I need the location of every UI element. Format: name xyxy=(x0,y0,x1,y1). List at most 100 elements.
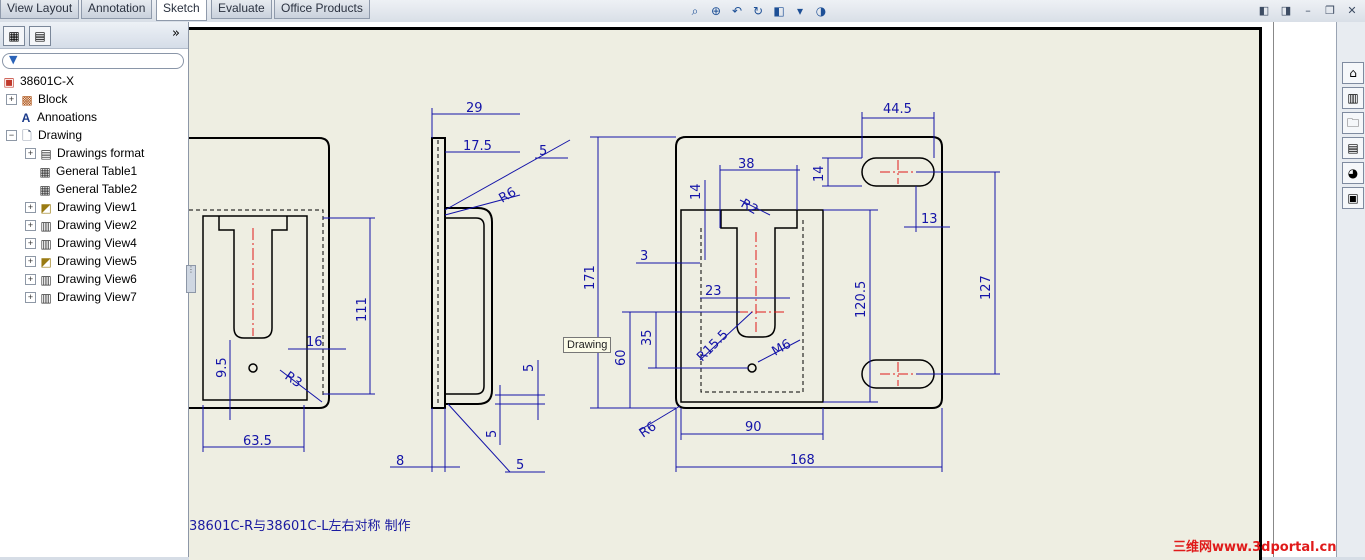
tree-item-block[interactable]: + ▩ Block xyxy=(6,90,67,108)
drawing-view-icon: ◩ xyxy=(40,200,52,215)
tree-item-drawing-view1[interactable]: + ◩ Drawing View1 xyxy=(25,198,137,216)
annotation-icon: A xyxy=(21,110,31,125)
tab-evaluate[interactable]: Evaluate xyxy=(211,0,272,19)
task-pane: ⌂ ▥ 🗀 ▤ ◕ ▣ xyxy=(1336,22,1365,557)
dim-60[interactable]: 60 xyxy=(614,349,629,366)
tree-item-drawing[interactable]: − 🗋 Drawing xyxy=(6,126,82,144)
drawing-views: 29 17.5 5 R6 111 16 9.5 R3 63.5 8 5 5 5 … xyxy=(189,101,1000,473)
dim-14b[interactable]: 14 xyxy=(812,165,827,182)
tree-item-label: Drawing View1 xyxy=(57,200,137,214)
tree-item-label: Block xyxy=(38,92,68,106)
front-view xyxy=(675,136,943,409)
panel-splitter-handle[interactable]: ⋮ xyxy=(186,265,196,293)
expand-icon[interactable]: + xyxy=(25,148,36,160)
dim-168[interactable]: 168 xyxy=(790,453,815,468)
tree-item-drawing-view4[interactable]: + ▥ Drawing View4 xyxy=(25,234,137,252)
dim-38[interactable]: 38 xyxy=(738,157,755,172)
expand-icon[interactable]: + xyxy=(25,220,36,232)
dim-111[interactable]: 111 xyxy=(355,297,370,322)
dim-44-5[interactable]: 44.5 xyxy=(883,102,912,117)
tile-right-icon[interactable]: ◨ xyxy=(1279,5,1293,17)
dim-5b[interactable]: 5 xyxy=(516,458,524,473)
panel-collapse-icon[interactable]: » xyxy=(172,26,180,41)
home-icon[interactable]: ⌂ xyxy=(1342,62,1364,84)
dim-35[interactable]: 35 xyxy=(640,329,655,346)
view-palette-icon[interactable]: ▤ xyxy=(1342,137,1364,159)
expand-icon[interactable]: + xyxy=(25,256,36,268)
hide-show-items-icon[interactable]: ▾ xyxy=(791,3,809,19)
appearances-icon[interactable]: ◕ xyxy=(1342,162,1364,184)
design-library-icon[interactable]: ▥ xyxy=(1342,87,1364,109)
dim-8[interactable]: 8 xyxy=(396,454,404,469)
heads-up-toolbar: ⌕ ⊕ ↶ ↻ ◧ ▾ ◑ xyxy=(686,3,830,21)
table-icon: ▦ xyxy=(39,164,51,179)
dim-9-5[interactable]: 9.5 xyxy=(215,357,230,378)
dim-23[interactable]: 23 xyxy=(705,284,722,299)
tab-view-layout[interactable]: View Layout xyxy=(0,0,80,19)
feature-manager-tab-icon[interactable]: ▦ xyxy=(3,26,25,46)
zoom-to-area-icon[interactable]: ⊕ xyxy=(707,3,725,19)
dim-29[interactable]: 29 xyxy=(466,101,483,116)
view-settings-icon[interactable]: ◑ xyxy=(812,3,830,19)
dim-m6[interactable]: M6 xyxy=(770,337,794,360)
tree-filter-input[interactable]: ▼ xyxy=(2,53,184,69)
expand-icon[interactable]: + xyxy=(25,238,36,250)
close-icon[interactable]: ✕ xyxy=(1345,5,1359,17)
drawing-icon: 🗋 xyxy=(22,128,32,143)
zoom-to-fit-icon[interactable]: ⌕ xyxy=(686,3,704,19)
tab-office-products[interactable]: Office Products xyxy=(274,0,370,19)
dim-r2[interactable]: R2 xyxy=(738,196,760,218)
tab-sketch[interactable]: Sketch xyxy=(156,0,207,21)
minimize-icon[interactable]: – xyxy=(1301,5,1315,17)
dim-120-5[interactable]: 120.5 xyxy=(854,281,869,318)
expand-icon[interactable]: + xyxy=(25,274,36,286)
tree-item-label: General Table2 xyxy=(56,182,138,196)
tree-item-drawings-format[interactable]: + ▤ Drawings format xyxy=(25,144,144,162)
dim-5a[interactable]: 5 xyxy=(539,144,547,159)
dim-63-5[interactable]: 63.5 xyxy=(243,434,272,449)
left-view-outline xyxy=(189,137,330,409)
dim-14a[interactable]: 14 xyxy=(689,183,704,200)
side-view xyxy=(431,137,493,409)
collapse-icon[interactable]: − xyxy=(6,130,17,142)
restore-icon[interactable]: ❐ xyxy=(1323,5,1337,17)
dim-16[interactable]: 16 xyxy=(306,335,323,350)
tree-item-drawing-view2[interactable]: + ▥ Drawing View2 xyxy=(25,216,137,234)
previous-view-icon[interactable]: ↶ xyxy=(728,3,746,19)
expand-icon[interactable]: + xyxy=(25,202,36,214)
custom-properties-icon[interactable]: ▣ xyxy=(1342,187,1364,209)
drawing-view-icon: ▥ xyxy=(40,272,52,287)
expand-icon[interactable]: + xyxy=(6,94,17,106)
drawing-document-icon: ▣ xyxy=(3,74,15,89)
tree-root[interactable]: ▣ 38601C-X xyxy=(2,72,74,90)
rebuild-icon[interactable]: ↻ xyxy=(749,3,767,19)
tree-item-drawing-view6[interactable]: + ▥ Drawing View6 xyxy=(25,270,137,288)
tile-left-icon[interactable]: ◧ xyxy=(1257,5,1271,17)
tree-item-label: Annoations xyxy=(37,110,98,124)
dim-17-5[interactable]: 17.5 xyxy=(463,139,492,154)
display-style-icon[interactable]: ◧ xyxy=(770,3,788,19)
dim-r15-5[interactable]: R15.5 xyxy=(694,327,731,364)
tree-item-general-table1[interactable]: ▦ General Table1 xyxy=(25,162,137,180)
property-manager-tab-icon[interactable]: ▤ xyxy=(29,26,51,46)
dim-r6b[interactable]: R6 xyxy=(637,419,660,441)
dim-r6a[interactable]: R6 xyxy=(497,185,519,207)
dim-3[interactable]: 3 xyxy=(640,249,648,264)
drawing-view-icon: ▥ xyxy=(40,236,52,251)
expand-icon[interactable]: + xyxy=(25,292,36,304)
dim-r3[interactable]: R3 xyxy=(282,369,305,391)
file-explorer-icon[interactable]: 🗀 xyxy=(1342,112,1364,134)
tab-annotation[interactable]: Annotation xyxy=(81,0,153,19)
dim-5c[interactable]: 5 xyxy=(522,364,537,372)
tree-item-general-table2[interactable]: ▦ General Table2 xyxy=(25,180,137,198)
dim-171[interactable]: 171 xyxy=(583,265,598,290)
tree-item-drawing-view5[interactable]: + ◩ Drawing View5 xyxy=(25,252,137,270)
dim-13[interactable]: 13 xyxy=(921,212,938,227)
panel-toolbar: ▦ ▤ » xyxy=(0,22,188,49)
dim-5d[interactable]: 5 xyxy=(485,430,500,438)
tree-item-annotations[interactable]: A Annoations xyxy=(6,108,97,126)
tree-item-drawing-view7[interactable]: + ▥ Drawing View7 xyxy=(25,288,137,306)
dim-90[interactable]: 90 xyxy=(745,420,762,435)
dim-127[interactable]: 127 xyxy=(979,275,994,300)
drawing-note[interactable]: 38601C-R与38601C-L左右对称 制作 xyxy=(189,515,411,534)
